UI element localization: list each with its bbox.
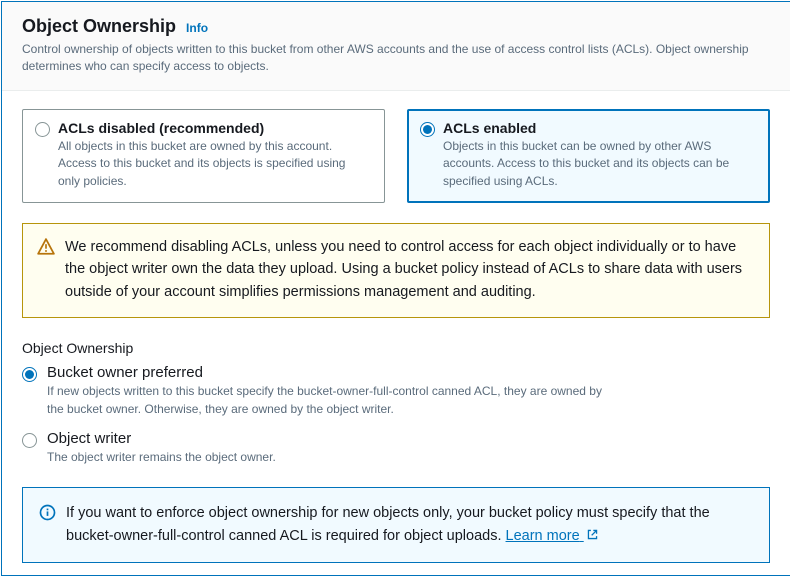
- warning-text: We recommend disabling ACLs, unless you …: [65, 236, 755, 303]
- radio-icon: [22, 367, 37, 382]
- external-link-icon: [586, 528, 599, 541]
- learn-more-link[interactable]: Learn more: [506, 528, 599, 544]
- radio-icon: [420, 122, 435, 137]
- panel-description: Control ownership of objects written to …: [22, 41, 770, 76]
- bucket-owner-preferred-label: Bucket owner preferred: [47, 364, 607, 381]
- info-message: If you want to enforce object ownership …: [66, 505, 710, 544]
- acls-disabled-option[interactable]: ACLs disabled (recommended) All objects …: [22, 109, 385, 203]
- info-alert: If you want to enforce object ownership …: [22, 487, 770, 563]
- ownership-section-label: Object Ownership: [22, 340, 770, 356]
- info-link[interactable]: Info: [186, 21, 208, 35]
- warning-alert: We recommend disabling ACLs, unless you …: [22, 223, 770, 318]
- radio-icon: [35, 122, 50, 137]
- object-writer-label: Object writer: [47, 430, 276, 447]
- object-ownership-panel: Object Ownership Info Control ownership …: [1, 1, 790, 576]
- bucket-owner-preferred-description: If new objects written to this bucket sp…: [47, 383, 607, 418]
- acls-enabled-option[interactable]: ACLs enabled Objects in this bucket can …: [407, 109, 770, 203]
- acls-enabled-description: Objects in this bucket can be owned by o…: [443, 138, 755, 190]
- acls-enabled-label: ACLs enabled: [443, 120, 755, 136]
- panel-header: Object Ownership Info Control ownership …: [2, 2, 790, 91]
- acls-disabled-label: ACLs disabled (recommended): [58, 120, 370, 136]
- radio-icon: [22, 433, 37, 448]
- warning-icon: [37, 238, 55, 256]
- object-writer-option[interactable]: Object writer The object writer remains …: [22, 430, 770, 466]
- bucket-owner-preferred-option[interactable]: Bucket owner preferred If new objects wr…: [22, 364, 770, 418]
- acls-disabled-description: All objects in this bucket are owned by …: [58, 138, 370, 190]
- info-icon: [39, 504, 56, 521]
- object-writer-description: The object writer remains the object own…: [47, 449, 276, 466]
- info-text: If you want to enforce object ownership …: [66, 502, 753, 548]
- panel-title: Object Ownership: [22, 16, 176, 37]
